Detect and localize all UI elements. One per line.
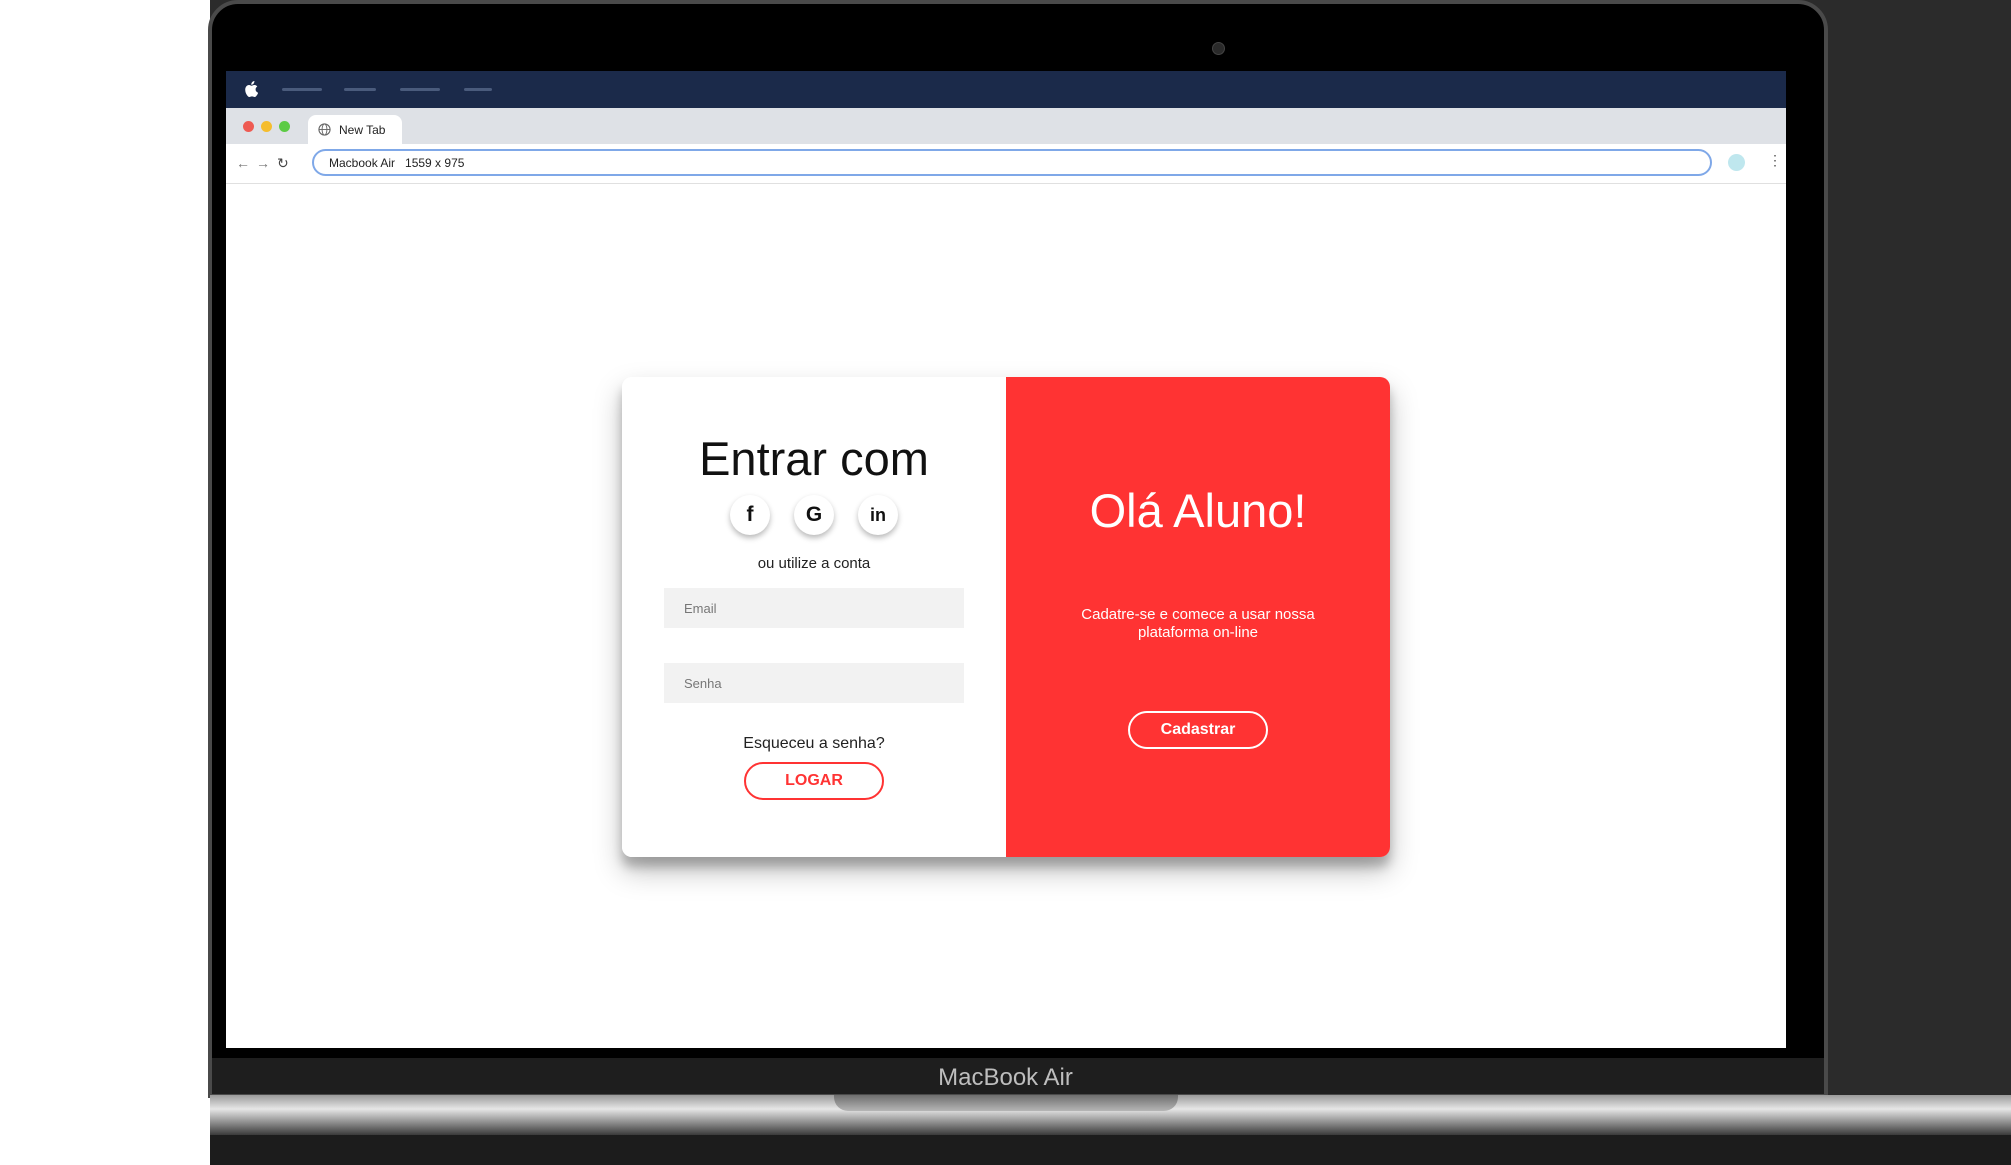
laptop-base-shadow [210,1135,2011,1165]
email-field[interactable] [664,588,964,628]
menu-item-placeholder[interactable] [464,88,492,91]
apple-icon [245,81,258,97]
google-icon[interactable]: G [794,495,834,535]
laptop-screen: New Tab ← → ↻ Macbook Air 1559 x 975 ⋮ E… [226,71,1786,1048]
signup-panel: Olá Aluno! Cadatre-se e comece a usar no… [1006,377,1390,857]
menu-item-placeholder[interactable] [400,88,440,91]
forgot-password-link[interactable]: Esqueceu a senha? [622,735,1006,753]
signup-title: Olá Aluno! [1089,484,1307,537]
forward-arrow-icon[interactable]: → [256,156,270,170]
minimize-window-button[interactable] [261,121,272,132]
social-login-row: f G in [622,495,1006,535]
menu-item-placeholder[interactable] [282,88,322,91]
login-button[interactable]: LOGAR [744,762,884,800]
facebook-icon[interactable]: f [730,495,770,535]
login-panel: Entrar com f G in ou utilize a conta Esq… [622,377,1006,857]
linkedin-icon[interactable]: in [858,495,898,535]
reload-icon[interactable]: ↻ [277,156,289,170]
back-arrow-icon[interactable]: ← [236,156,250,170]
close-window-button[interactable] [243,121,254,132]
mac-menubar [226,71,1786,108]
signup-button[interactable]: Cadastrar [1128,711,1268,749]
tab-title: New Tab [339,122,386,137]
device-brand-label: MacBook Air [938,1064,1073,1091]
browser-tab-bar: New Tab [226,108,1786,144]
address-bar[interactable]: Macbook Air 1559 x 975 [312,149,1712,176]
address-text: Macbook Air 1559 x 975 [329,155,465,170]
browser-tab[interactable]: New Tab [308,115,402,144]
maximize-window-button[interactable] [279,121,290,132]
alternative-login-text: ou utilize a conta [757,555,871,572]
signup-text: Cadatre-se e comece a usar nossa platafo… [1081,606,1315,641]
globe-icon [318,123,331,136]
profile-icon[interactable] [1728,154,1745,171]
camera-icon [1212,42,1225,55]
login-title: Entrar com [699,432,929,485]
password-field[interactable] [664,663,964,703]
kebab-menu-icon[interactable]: ⋮ [1768,153,1782,167]
menu-item-placeholder[interactable] [344,88,376,91]
auth-card: Entrar com f G in ou utilize a conta Esq… [622,377,1390,857]
laptop-hinge-notch [834,1095,1178,1111]
browser-toolbar: ← → ↻ Macbook Air 1559 x 975 ⋮ [226,144,1786,184]
